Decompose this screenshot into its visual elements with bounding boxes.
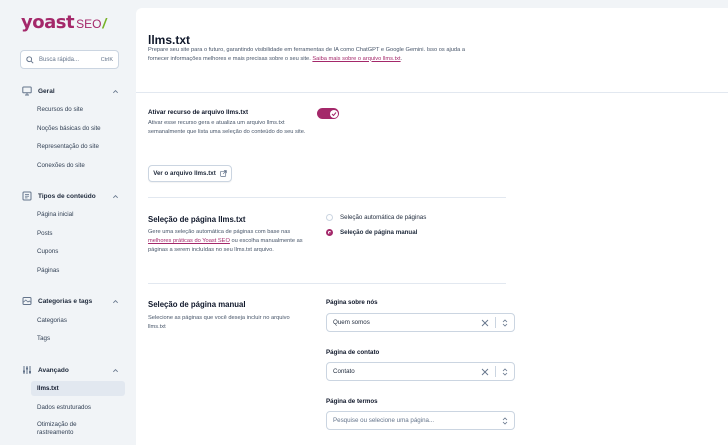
manual-selection-title: Seleção de página manual: [148, 300, 246, 309]
page-selection-description: Gere uma seleção automática de páginas c…: [148, 229, 303, 253]
sidebar-item-conexoes[interactable]: Conexões do site: [31, 158, 125, 173]
yoast-logo[interactable]: yoast SEO /: [21, 12, 106, 33]
activate-llms-toggle[interactable]: [317, 108, 339, 119]
chevron-up-down-icon: [502, 318, 508, 327]
check-icon: [331, 111, 336, 116]
learn-more-link[interactable]: Saiba mais sobre o arquivo llms.txt: [312, 56, 400, 62]
separator: [495, 317, 496, 328]
sidebar-item-pagina-inicial[interactable]: Página inicial: [31, 207, 125, 222]
sidebar-item-paginas[interactable]: Páginas: [31, 263, 125, 278]
radio-button: [326, 214, 333, 221]
about-page-select[interactable]: Quem somos: [326, 313, 515, 332]
desktop-icon: [22, 86, 32, 96]
chevron-up-icon: [113, 368, 118, 372]
tags-icon: [22, 297, 32, 305]
divider: [148, 283, 506, 284]
sidebar-item-posts[interactable]: Posts: [31, 226, 125, 241]
divider: [148, 197, 506, 198]
toggle-knob: [329, 109, 338, 118]
sliders-icon: [23, 366, 31, 374]
nav-group-geral[interactable]: Geral: [22, 84, 119, 98]
search-shortcut: CtrlK: [100, 56, 113, 63]
chevron-up-down-icon: [502, 416, 508, 425]
sidebar-item-dados-estruturados[interactable]: Dados estruturados: [31, 400, 125, 415]
sidebar-item-categorias[interactable]: Categorias: [31, 313, 125, 328]
sidebar-item-cupons[interactable]: Cupons: [31, 244, 125, 259]
separator: [495, 366, 496, 377]
nav-group-avancado[interactable]: Avançado: [22, 363, 119, 377]
chevron-up-down-icon: [502, 367, 508, 376]
divider: [136, 92, 728, 93]
external-link-icon: [220, 170, 227, 177]
close-icon[interactable]: [481, 319, 489, 327]
contact-page-label: Página de contato: [326, 349, 380, 356]
document-icon: [22, 191, 32, 201]
sidebar-item-tags[interactable]: Tags: [31, 331, 125, 346]
main-panel: llms.txt Prepare seu site para o futuro,…: [136, 8, 728, 445]
view-llms-file-button[interactable]: Ver o arquivo llms.txt: [148, 165, 232, 182]
sidebar: yoast SEO / Busca rápida... CtrlK Geral …: [0, 0, 136, 445]
page-title: llms.txt: [148, 33, 191, 47]
sidebar-item-nocoes-basicas[interactable]: Noções básicas do site: [31, 121, 125, 136]
nav-group-categorias-e-tags[interactable]: Categorias e tags: [22, 294, 119, 308]
sidebar-item-otimizacao-de-rastreamento[interactable]: Otimização de rastreamento: [31, 418, 101, 440]
radio-button-selected: [326, 229, 333, 236]
contact-page-select[interactable]: Contato: [326, 362, 515, 381]
sidebar-item-llms-txt[interactable]: llms.txt: [31, 381, 125, 396]
about-page-label: Página sobre nós: [326, 299, 378, 306]
search-icon: [26, 55, 34, 64]
terms-page-label: Página de termos: [326, 398, 378, 405]
chevron-up-icon: [113, 89, 118, 93]
chevron-up-icon: [113, 299, 118, 303]
page-description: Prepare seu site para o futuro, garantin…: [148, 47, 465, 62]
sidebar-item-recursos-do-site[interactable]: Recursos do site: [31, 102, 125, 117]
nav-group-tipos-de-conteudo[interactable]: Tipos de conteúdo: [22, 189, 119, 203]
activate-feature-description: Ativar esse recurso gera e atualiza um a…: [148, 120, 306, 135]
page-selection-title: Seleção de página llms.txt: [148, 215, 246, 224]
activate-feature-title: Ativar recurso de arquivo llms.txt: [148, 109, 249, 116]
manual-selection-description: Selecione as páginas que você deseja inc…: [148, 315, 290, 330]
best-practices-link[interactable]: melhores práticas do Yoast SEO: [148, 238, 230, 244]
sidebar-item-representacao[interactable]: Representação do site: [31, 139, 125, 154]
search-placeholder: Busca rápida...: [39, 56, 80, 63]
radio-automatic-selection[interactable]: Seleção automática de páginas: [326, 214, 426, 221]
terms-page-select[interactable]: Pesquise ou selecione uma página...: [326, 411, 515, 430]
chevron-up-icon: [113, 194, 118, 198]
quick-search-input[interactable]: Busca rápida... CtrlK: [20, 50, 119, 69]
close-icon[interactable]: [481, 368, 489, 376]
radio-manual-selection[interactable]: Seleção de página manual: [326, 229, 417, 236]
